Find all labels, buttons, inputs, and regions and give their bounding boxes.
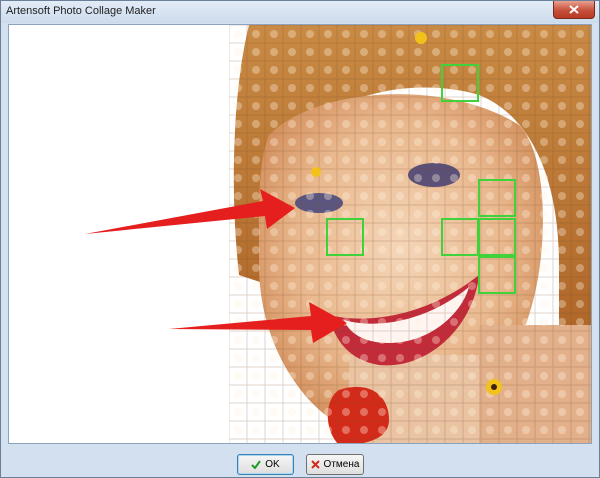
- close-icon: [569, 5, 579, 14]
- collage-preview: [8, 24, 592, 444]
- checkmark-icon: [251, 460, 262, 469]
- ok-label: OK: [265, 459, 280, 470]
- close-button[interactable]: [553, 1, 595, 19]
- dialog-footer: OK Отмена: [1, 444, 599, 477]
- ok-button[interactable]: OK: [237, 454, 294, 475]
- x-icon: [310, 460, 320, 469]
- window-title: Artensoft Photo Collage Maker: [6, 5, 156, 17]
- annotation-arrows: [85, 189, 347, 343]
- cancel-button[interactable]: Отмена: [306, 454, 364, 475]
- title-bar[interactable]: Artensoft Photo Collage Maker: [1, 1, 599, 23]
- dialog-window: Artensoft Photo Collage Maker OK Отмена: [0, 0, 600, 478]
- cancel-label: Отмена: [323, 459, 360, 470]
